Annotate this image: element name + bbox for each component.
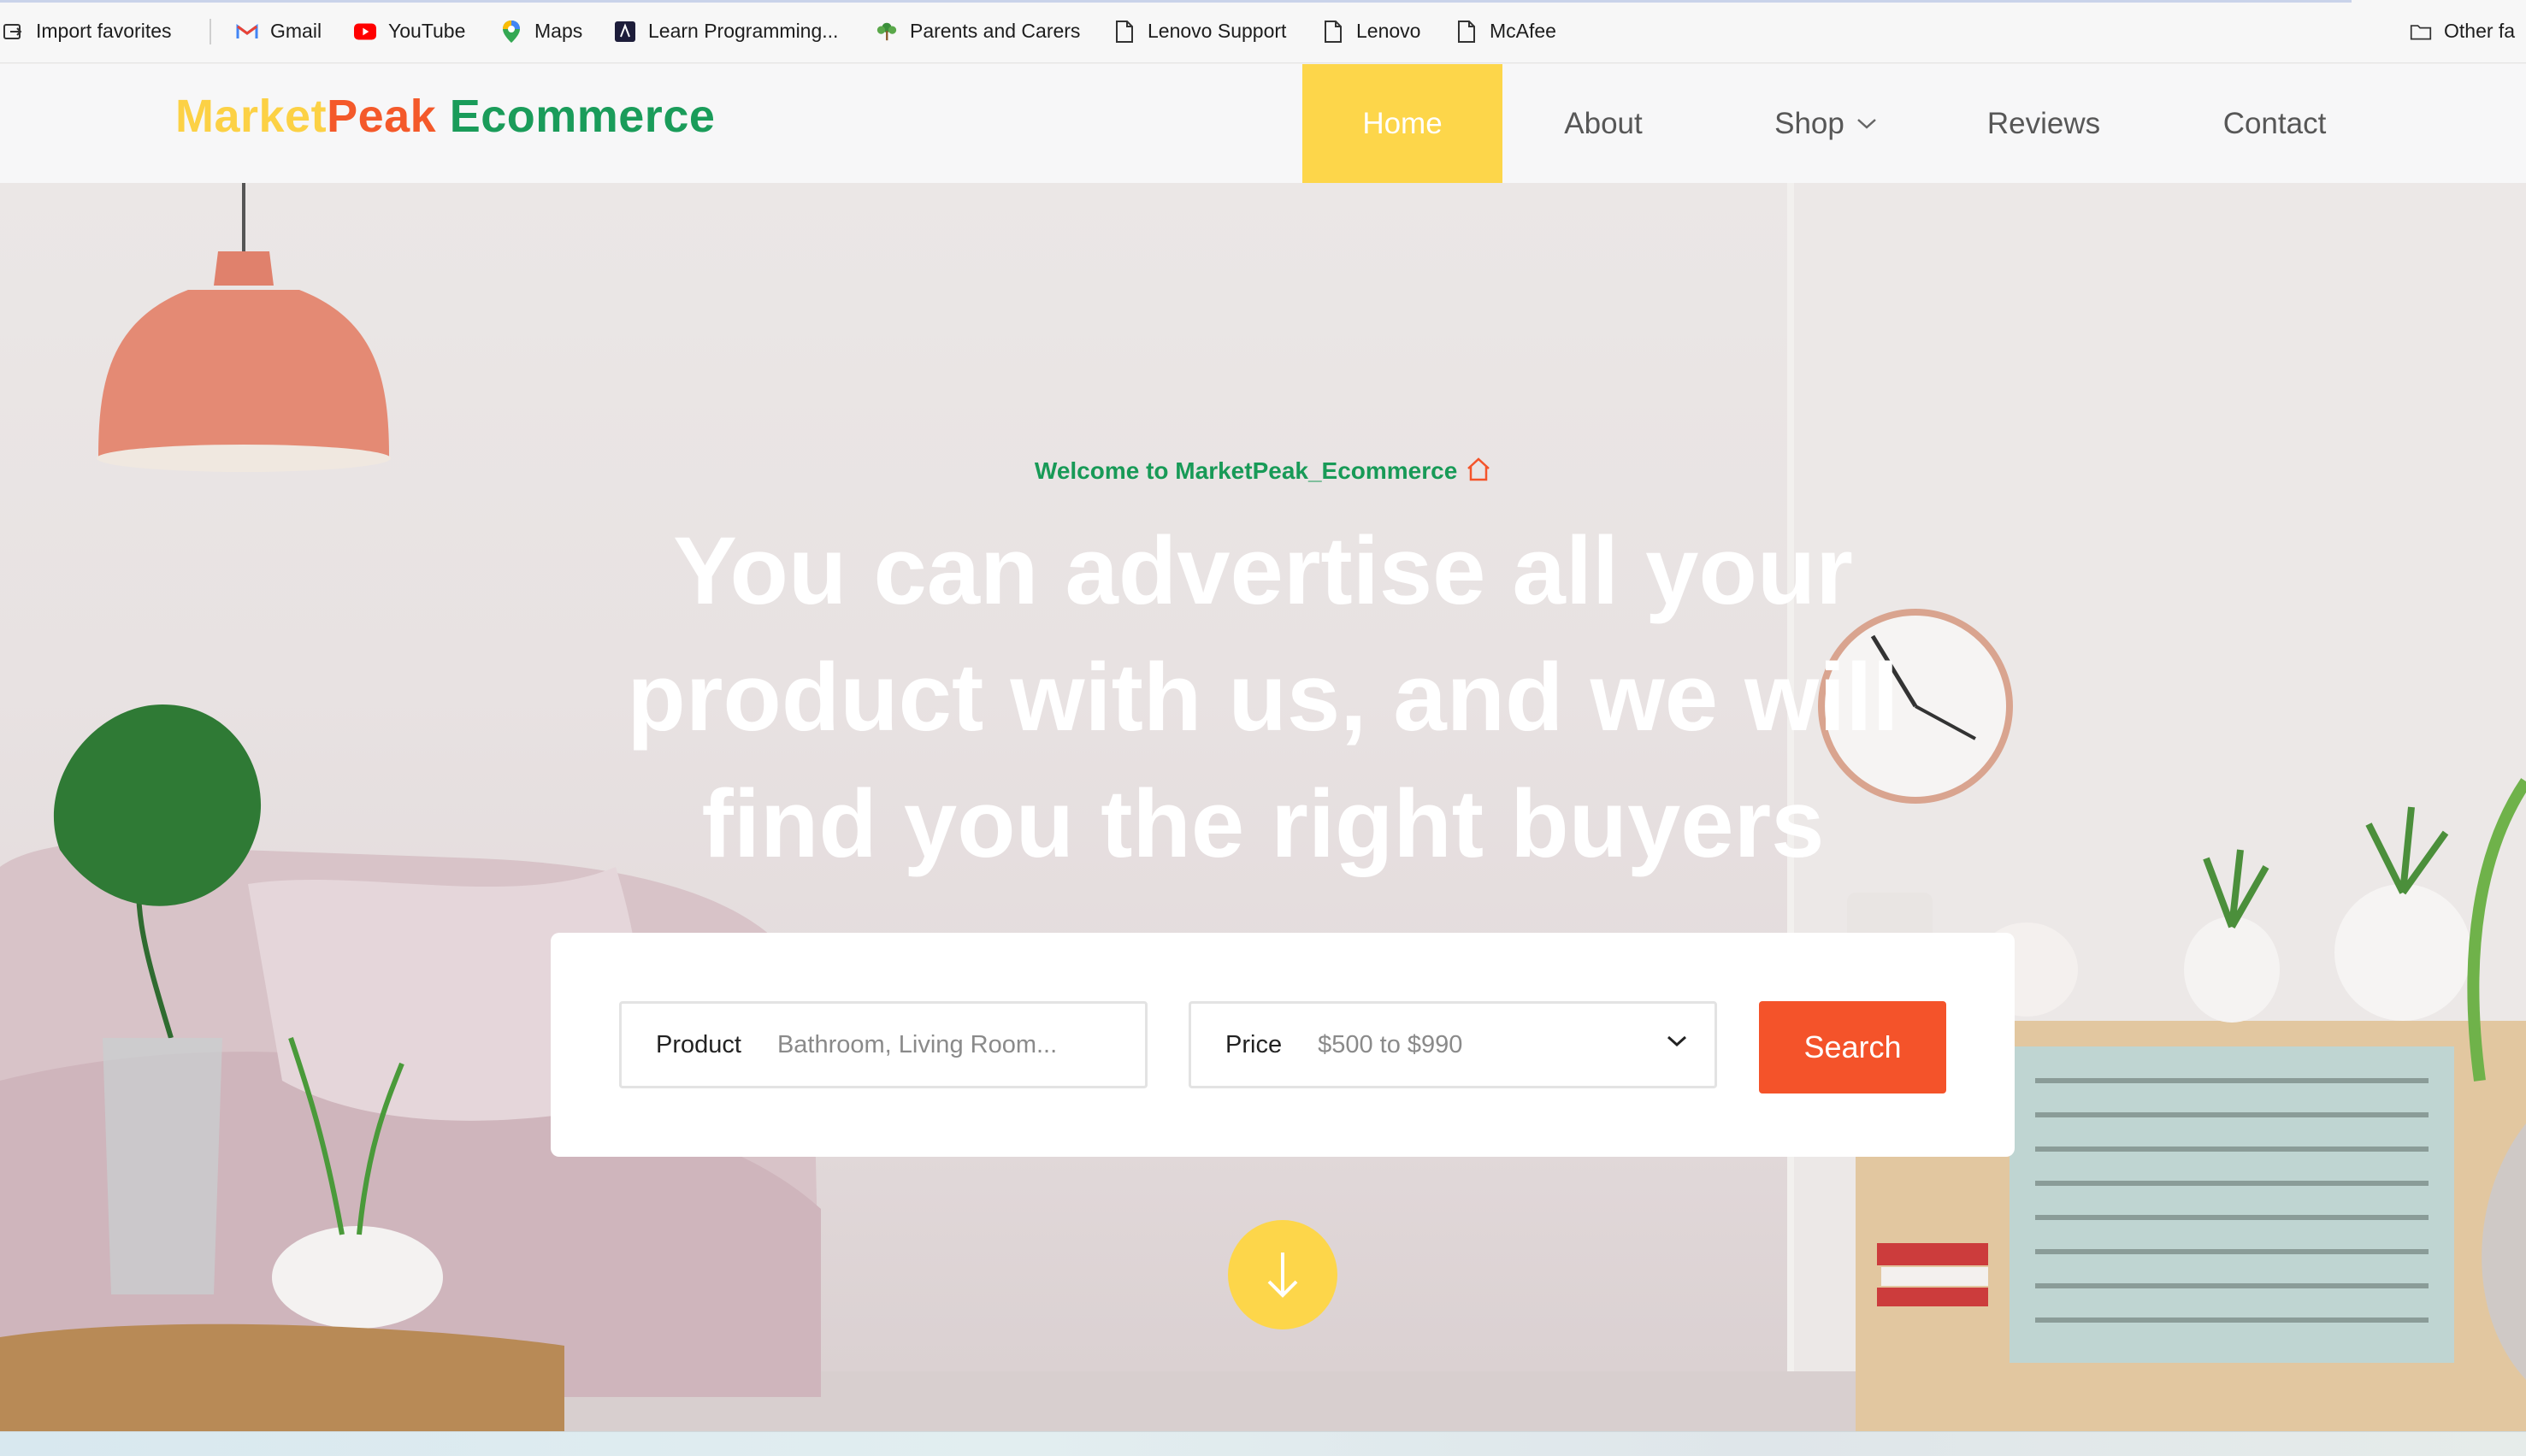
headline-line: find you the right buyers xyxy=(701,770,1825,877)
welcome-tagline: Welcome to MarketPeak_Ecommerce xyxy=(0,457,2526,488)
bookmark-parents-and-carers[interactable]: Parents and Carers xyxy=(876,0,1080,62)
nav-shop[interactable]: Shop xyxy=(1744,64,1907,183)
bookmark-maps[interactable]: Maps xyxy=(500,0,582,62)
page-icon xyxy=(1113,20,1136,43)
youtube-icon xyxy=(354,21,376,43)
bookmarks-bar: Import favorites Gmail YouTube Maps Lear… xyxy=(0,0,2526,63)
bookmark-label: Learn Programming... xyxy=(648,20,839,42)
maps-pin-icon xyxy=(500,20,522,43)
other-favorites-label: Other fa xyxy=(2444,20,2516,42)
headline-line: product with us, and we will xyxy=(627,644,1899,751)
nav-shop-label: Shop xyxy=(1774,106,1844,140)
bookmark-lenovo-support[interactable]: Lenovo Support xyxy=(1113,0,1286,62)
nav-about[interactable]: About xyxy=(1539,64,1667,183)
logo-ecommerce: Ecommerce xyxy=(436,91,716,142)
logo-peak: Peak xyxy=(327,91,437,142)
home-icon xyxy=(1466,457,1491,488)
product-label: Product xyxy=(656,1030,741,1058)
search-card: Product Bathroom, Living Room... Price $… xyxy=(551,933,2015,1157)
bookmark-label: Lenovo xyxy=(1356,20,1421,42)
bookmark-learn-programming[interactable]: Learn Programming... xyxy=(614,0,838,62)
bookmark-mcafee[interactable]: McAfee xyxy=(1455,0,1556,62)
chevron-down-icon xyxy=(1856,118,1877,130)
nav-home-label: Home xyxy=(1362,106,1443,140)
welcome-text: Welcome to MarketPeak_Ecommerce xyxy=(1034,457,1458,484)
hero-headline: You can advertise all your product with … xyxy=(0,508,2526,887)
product-field[interactable]: Product Bathroom, Living Room... xyxy=(619,1001,1148,1088)
import-icon xyxy=(2,21,24,43)
bookmark-lenovo[interactable]: Lenovo xyxy=(1322,0,1420,62)
bookmark-label: Gmail xyxy=(270,20,322,42)
bookmark-separator xyxy=(210,18,211,44)
bookmark-label: Lenovo Support xyxy=(1148,20,1287,42)
other-favorites[interactable]: Other fa xyxy=(2410,0,2515,62)
nav-about-label: About xyxy=(1564,106,1643,140)
price-label: Price xyxy=(1225,1030,1283,1058)
page-icon xyxy=(1322,20,1344,43)
logo-market: Market xyxy=(175,91,328,142)
nav-reviews-label: Reviews xyxy=(1986,106,2101,140)
bookmark-youtube[interactable]: YouTube xyxy=(354,0,465,62)
bookmark-label: McAfee xyxy=(1490,20,1556,42)
bookmark-gmail[interactable]: Gmail xyxy=(236,0,322,62)
site-header: MarketPeak Ecommerce Home About Shop Rev… xyxy=(0,64,2526,183)
product-input[interactable]: Bathroom, Living Room... xyxy=(777,1031,1057,1059)
nav-contact[interactable]: Contact xyxy=(2198,64,2352,183)
desktop-taskbar-edge xyxy=(0,1431,2526,1456)
hero-section: Welcome to MarketPeak_Ecommerce You can … xyxy=(0,183,2526,1431)
bookmark-label: YouTube xyxy=(388,20,466,42)
price-value: $500 to $990 xyxy=(1318,1030,1463,1058)
code-icon xyxy=(614,21,636,43)
price-select[interactable]: Price $500 to $990 xyxy=(1189,1001,1717,1088)
bookmark-label: Parents and Carers xyxy=(910,20,1081,42)
bookmark-label: Import favorites xyxy=(36,20,172,42)
tree-icon xyxy=(876,21,898,43)
arrow-down-icon xyxy=(1264,1249,1301,1300)
site-logo[interactable]: MarketPeak Ecommerce xyxy=(175,90,715,143)
page-icon xyxy=(1455,20,1478,43)
search-button[interactable]: Search xyxy=(1759,1001,1946,1093)
nav-home[interactable]: Home xyxy=(1302,64,1502,183)
nav-reviews[interactable]: Reviews xyxy=(1967,64,2121,183)
scroll-down-button[interactable] xyxy=(1228,1220,1337,1329)
nav-contact-label: Contact xyxy=(2222,106,2327,140)
gmail-icon xyxy=(236,21,258,43)
bookmark-import-favorites[interactable]: Import favorites xyxy=(2,0,172,62)
bookmark-label: Maps xyxy=(534,20,583,42)
headline-line: You can advertise all your xyxy=(673,517,1853,624)
folder-icon xyxy=(2410,21,2432,43)
chevron-down-icon xyxy=(1667,1035,1687,1052)
